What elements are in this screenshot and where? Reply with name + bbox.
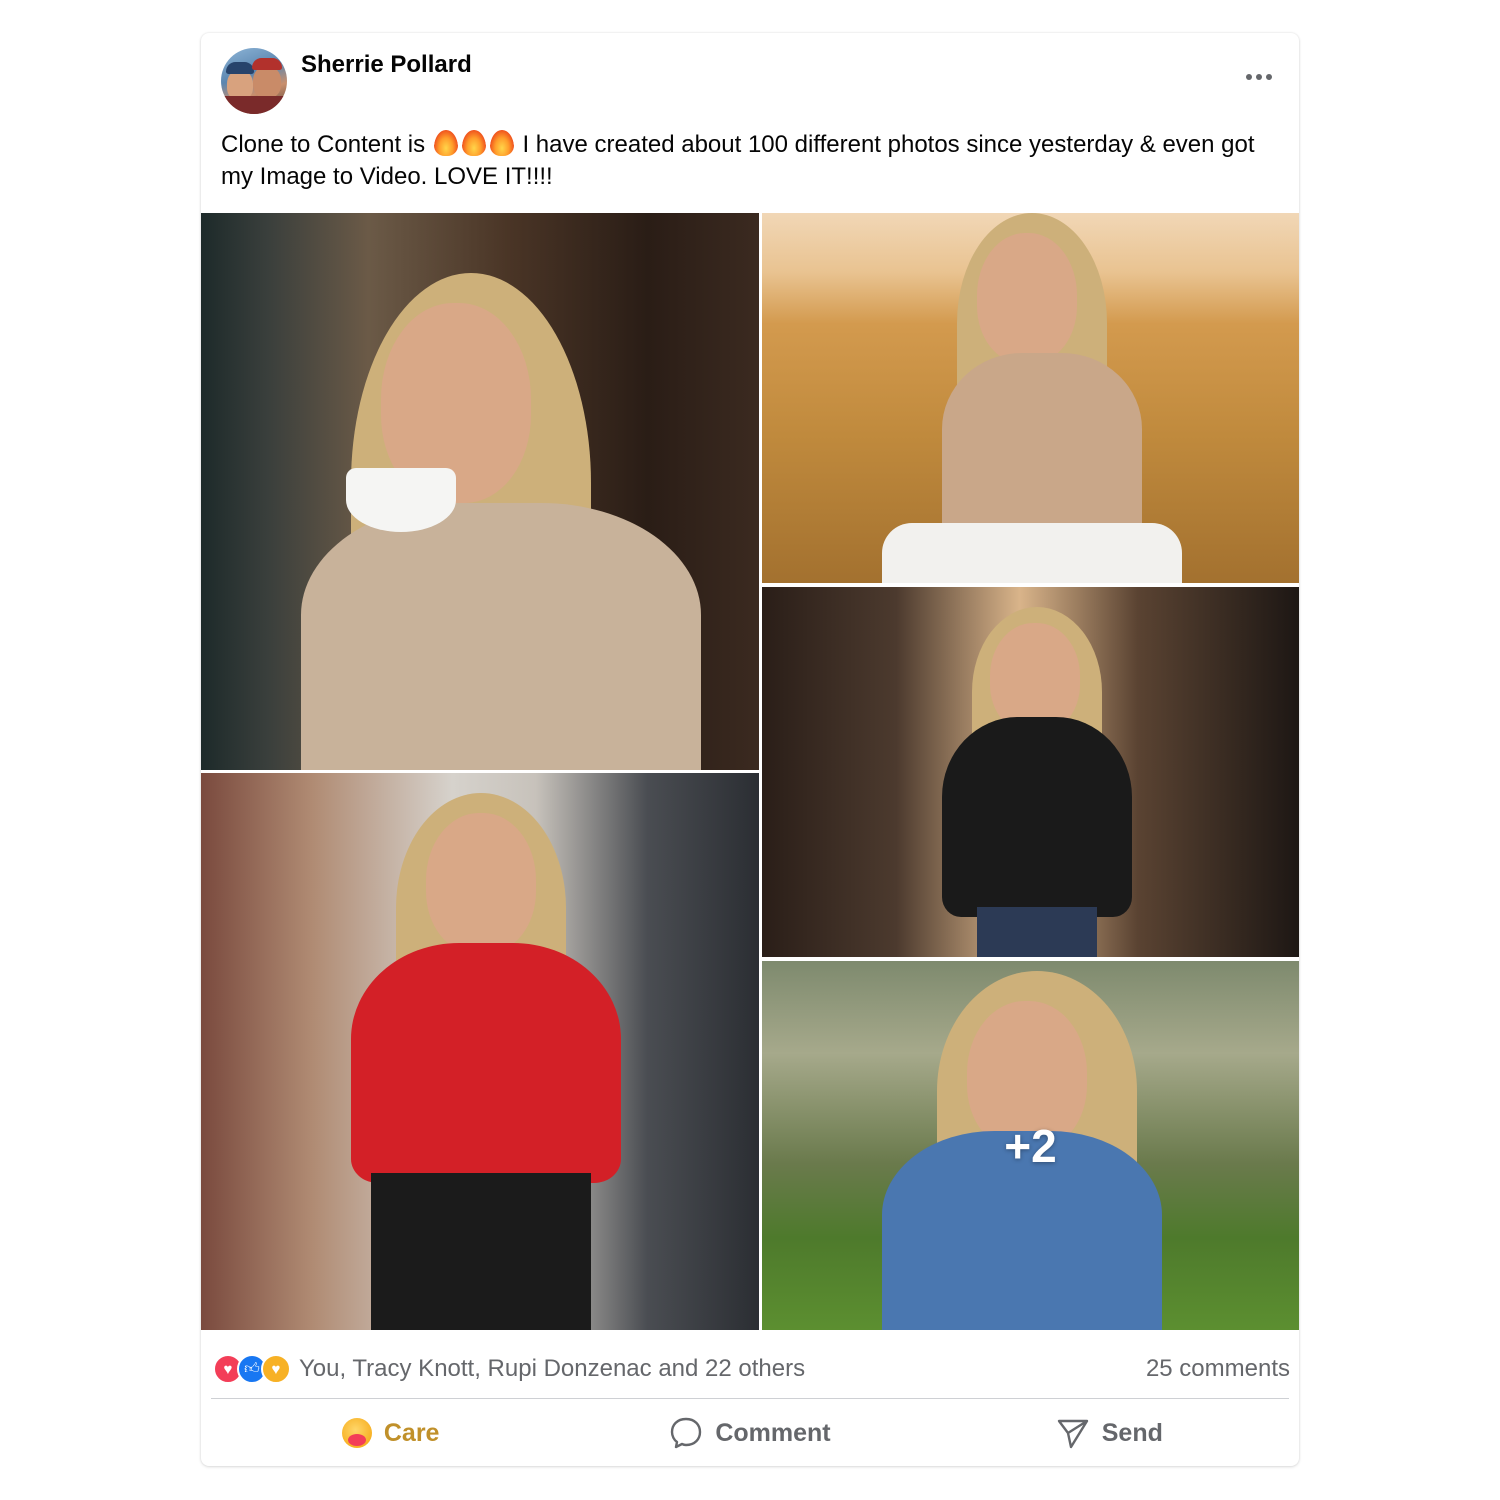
avatar-cap-left bbox=[226, 62, 254, 74]
post-card: Sherrie Pollard Clone to Content is I ha… bbox=[201, 33, 1299, 1466]
comment-label: Comment bbox=[715, 1418, 831, 1447]
reaction-stats: ♥ 👍︎ ♥ You, Tracy Knott, Rupi Donzenac a… bbox=[213, 1344, 1290, 1394]
reaction-icons: ♥ 👍︎ ♥ bbox=[213, 1354, 291, 1384]
photo-wheat-field[interactable] bbox=[762, 213, 1299, 583]
reaction-names[interactable]: You, Tracy Knott, Rupi Donzenac and 22 o… bbox=[299, 1355, 805, 1383]
fire-emoji-group bbox=[433, 130, 514, 156]
avatar-shirt bbox=[221, 96, 287, 114]
photo-street-leather[interactable] bbox=[762, 587, 1299, 957]
photo-subject-pants bbox=[882, 523, 1182, 583]
photo-street-red-shirt[interactable] bbox=[201, 773, 759, 1330]
avatar-face-right bbox=[253, 66, 281, 98]
send-icon bbox=[1057, 1419, 1088, 1449]
reaction-summary[interactable]: ♥ 👍︎ ♥ You, Tracy Knott, Rupi Donzenac a… bbox=[213, 1354, 805, 1384]
fire-icon bbox=[461, 130, 486, 156]
comment-icon bbox=[671, 1417, 702, 1449]
care-button[interactable]: Care bbox=[211, 1403, 570, 1463]
dot bbox=[1266, 74, 1272, 80]
author-avatar[interactable] bbox=[221, 48, 287, 114]
send-button[interactable]: Send bbox=[930, 1403, 1289, 1463]
photo-cafe[interactable] bbox=[201, 213, 759, 770]
photo-coffee-cup bbox=[346, 468, 456, 532]
author-name[interactable]: Sherrie Pollard bbox=[301, 51, 472, 79]
post-text: Clone to Content is I have created about… bbox=[221, 129, 1281, 193]
dot bbox=[1256, 74, 1262, 80]
post-text-lead: Clone to Content is bbox=[221, 131, 426, 158]
fire-icon bbox=[489, 130, 514, 156]
photo-subject-jeans bbox=[977, 907, 1097, 957]
photo-subject-face bbox=[977, 233, 1077, 363]
care-emoji-icon bbox=[341, 1418, 372, 1448]
photo-subject-shirt bbox=[351, 943, 621, 1183]
comment-count[interactable]: 25 comments bbox=[1146, 1355, 1290, 1383]
photo-subject-jacket bbox=[942, 717, 1132, 917]
send-label: Send bbox=[1101, 1418, 1163, 1447]
fire-icon bbox=[433, 130, 458, 156]
more-photos-label[interactable]: +2 bbox=[762, 961, 1299, 1330]
photo-grid: +2 bbox=[201, 213, 1299, 1330]
care-label: Care bbox=[383, 1418, 440, 1447]
dot bbox=[1246, 74, 1252, 80]
divider bbox=[211, 1398, 1289, 1399]
photo-subject-face bbox=[426, 813, 536, 953]
avatar-cap-right bbox=[252, 58, 282, 70]
photo-subject-top bbox=[942, 353, 1142, 543]
more-options-icon[interactable] bbox=[1239, 63, 1279, 91]
care-icon: ♥ bbox=[261, 1354, 291, 1384]
action-bar: Care Comment Send bbox=[211, 1403, 1289, 1463]
comment-button[interactable]: Comment bbox=[570, 1403, 929, 1463]
photo-park-more[interactable]: +2 bbox=[762, 961, 1299, 1330]
photo-subject-pants bbox=[371, 1173, 591, 1330]
photo-subject-jacket bbox=[301, 503, 701, 770]
